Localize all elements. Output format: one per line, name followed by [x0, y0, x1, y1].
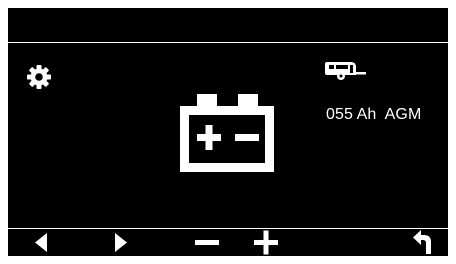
gear-icon[interactable] — [26, 64, 52, 90]
header-bar — [8, 8, 448, 42]
battery-icon — [180, 94, 274, 172]
bottom-navigation — [8, 228, 448, 256]
right-arrow-icon — [115, 233, 127, 252]
back-button[interactable] — [410, 229, 436, 256]
nav-divider — [8, 228, 448, 229]
left-arrow-icon — [35, 233, 47, 252]
plus-icon — [254, 230, 278, 255]
battery-capacity-type-label: 055 Ah AGM — [326, 106, 422, 123]
header-divider — [8, 42, 448, 43]
next-button[interactable] — [110, 229, 130, 256]
decrease-button[interactable] — [194, 229, 220, 256]
previous-button[interactable] — [32, 229, 52, 256]
back-icon — [413, 230, 431, 254]
increase-button[interactable] — [252, 229, 280, 256]
caravan-icon — [323, 60, 367, 82]
display-screen: 055 Ah AGM — [8, 8, 448, 256]
battery-setup-panel: 055 Ah AGM — [8, 44, 448, 228]
minus-icon — [195, 240, 219, 245]
